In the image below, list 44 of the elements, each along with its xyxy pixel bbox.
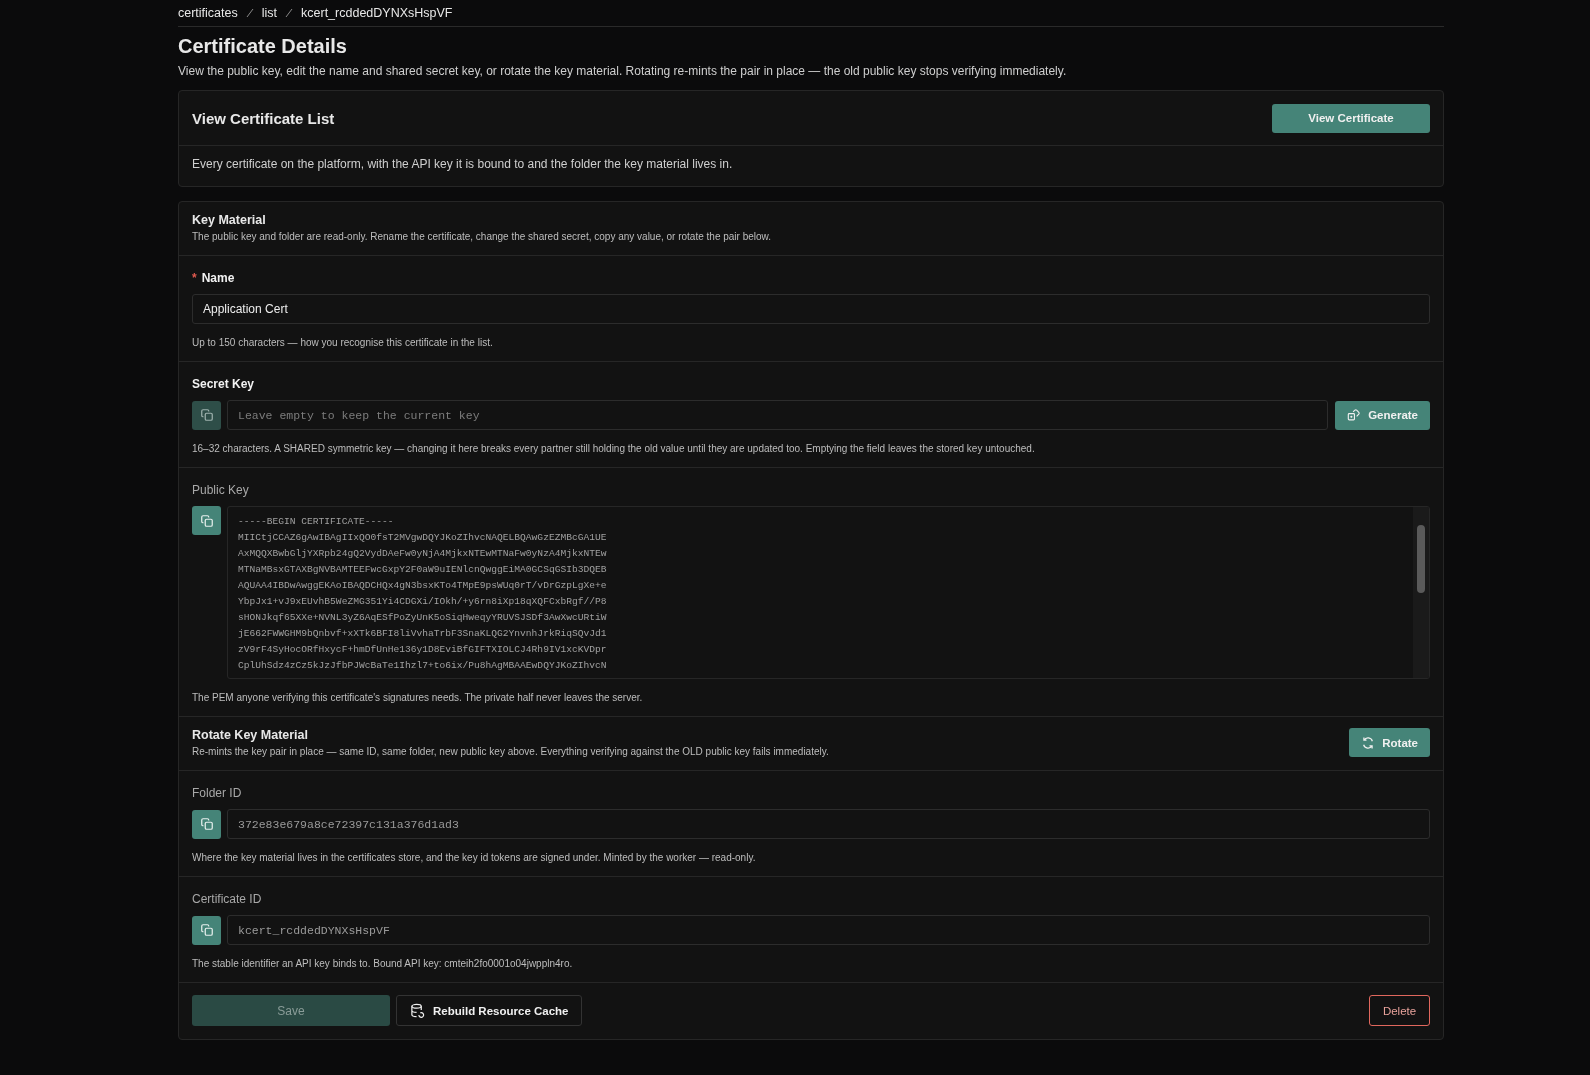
copy-button[interactable] (192, 400, 221, 430)
help-text: The stable identifier an API key binds to. Bound API key: cmteih2fo0001o04jwppln4ro. (192, 958, 574, 969)
field-label: Name (201, 271, 235, 285)
page-description: View the public key, edit the name and shared secret key, or rotate the key material. Rotating re-mints the pair in place — the old public key stops verifying immediately. (178, 64, 1068, 78)
help-text: The PEM anyone verifying this certificate's signatures needs. The private half never leaves the server. (192, 692, 644, 703)
copy-icon (199, 817, 214, 831)
id-field[interactable]: kcert_rcddedDYNXsHspVF (227, 915, 1430, 945)
help-text: 16–32 characters. A SHARED symmetric key — changing it here breaks every partner still holding the old value until they are updated too. Emptying the field leaves the stored key untouched. (192, 443, 1036, 454)
scrollbar[interactable] (1413, 507, 1429, 678)
breadcrumb-link[interactable]: certificates (178, 6, 238, 20)
secret-key-field[interactable]: Leave empty to keep the current key (227, 400, 1329, 430)
name-field[interactable]: Application Cert (192, 294, 1430, 324)
field-label: Certificate ID (192, 892, 262, 906)
id-field[interactable]: 372e83e679a8ce72397c131a376d1ad3 (227, 809, 1430, 839)
card-title: Key Material (192, 213, 267, 227)
required-asterisk: * (192, 271, 197, 285)
card-title: View Certificate List (192, 109, 335, 127)
page-title: Certificate Details (178, 35, 348, 58)
view-certificate-button[interactable]: View Certificate (1272, 103, 1430, 133)
card-description: Every certificate on the platform, with the API key it is bound to and the folder the key material lives in. (191, 156, 734, 173)
dice-icon (1347, 408, 1362, 422)
copy-button[interactable] (192, 809, 221, 839)
refresh-icon (1361, 735, 1376, 750)
slash-icon (285, 8, 294, 18)
rotate-button[interactable]: Rotate (1349, 728, 1430, 757)
copy-icon (199, 408, 214, 422)
slash-icon (245, 8, 254, 18)
breadcrumb-link[interactable]: list (261, 6, 278, 20)
help-text: Up to 150 characters — how you recognise this certificate in the list. (192, 337, 494, 348)
section-description: Re-mints the key pair in place — same ID, same folder, new public key above. Everything verifying against the OLD public key fails immediately. (192, 746, 829, 757)
breadcrumb-link[interactable]: kcert_rcddedDYNXsHspVF (301, 6, 453, 20)
help-text: Where the key material lives in the certificates store, and the key id tokens are signed under. Minted by the worker — read-only. (192, 852, 757, 863)
generate-button[interactable]: Generate (1335, 400, 1430, 430)
field-label: Folder ID (192, 786, 242, 800)
field-label: Public Key (192, 483, 249, 497)
copy-button[interactable] (192, 915, 221, 945)
rebuild-cache-button[interactable]: Rebuild Resource Cache (396, 995, 583, 1026)
copy-icon (199, 923, 214, 937)
delete-button[interactable]: Delete (1369, 995, 1430, 1026)
field-label: Secret Key (192, 377, 255, 391)
copy-icon (199, 513, 214, 528)
card-description: The public key and folder are read-only. Rename the certificate, change the shared secret, copy any value, or rotate the pair below. (192, 231, 773, 242)
section-title: Rotate Key Material (192, 728, 309, 742)
database-icon (410, 1003, 425, 1018)
